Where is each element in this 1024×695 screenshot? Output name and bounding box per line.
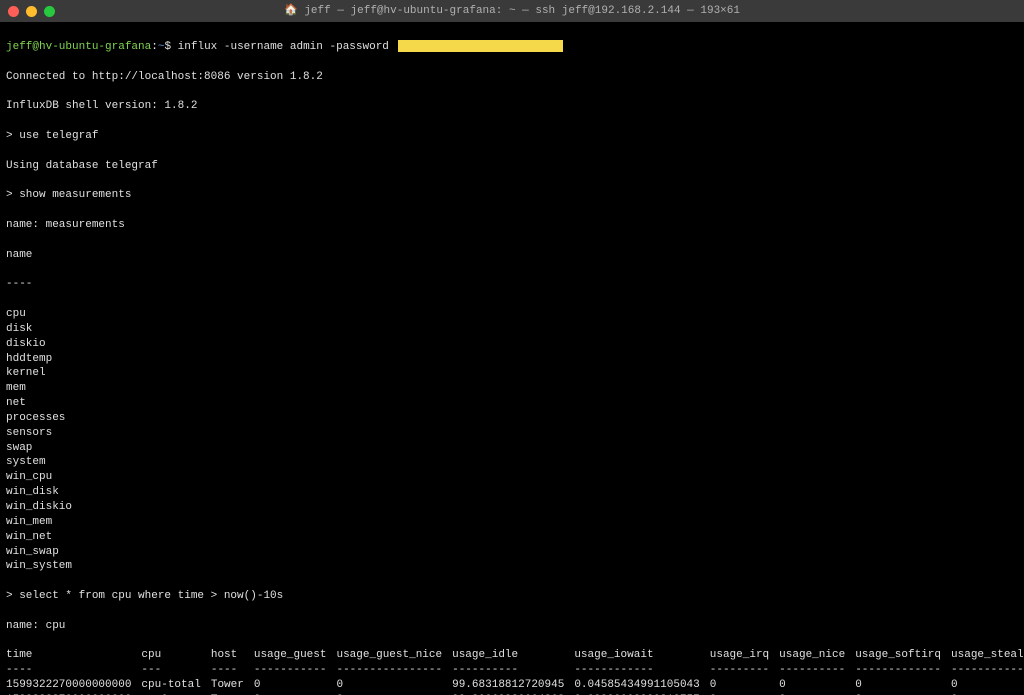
table-column-header: usage_guest_nice bbox=[336, 648, 452, 663]
name-dashes: ---- bbox=[6, 277, 1018, 292]
table-dash-cell: ----------- bbox=[951, 663, 1024, 678]
table-dash-cell: ---------- bbox=[779, 663, 855, 678]
table-cell: 0 bbox=[254, 678, 337, 693]
table-cell: cpu-total bbox=[141, 678, 210, 693]
cpu-table: timecpuhostusage_guestusage_guest_niceus… bbox=[6, 648, 1024, 695]
window-title-text: jeff — jeff@hv-ubuntu-grafana: ~ — ssh j… bbox=[304, 5, 740, 17]
table-cell: Tower bbox=[211, 678, 254, 693]
measurement-item: kernel bbox=[6, 366, 1018, 381]
prompt-sep: : bbox=[151, 41, 158, 53]
table-cell: 0.04585434991105043 bbox=[574, 678, 709, 693]
table-dash-cell: --------- bbox=[710, 663, 779, 678]
table-column-header: usage_irq bbox=[710, 648, 779, 663]
table-column-header: time bbox=[6, 648, 141, 663]
measurement-item: processes bbox=[6, 411, 1018, 426]
measurement-item: win_system bbox=[6, 559, 1018, 574]
window-title: 🏠 jeff — jeff@hv-ubuntu-grafana: ~ — ssh… bbox=[0, 4, 1024, 19]
table-column-header: usage_steal bbox=[951, 648, 1024, 663]
measurement-item: swap bbox=[6, 441, 1018, 456]
table-dash-cell: ---------------- bbox=[336, 663, 452, 678]
measurement-item: win_disk bbox=[6, 485, 1018, 500]
table-column-header: usage_guest bbox=[254, 648, 337, 663]
table-cell: 0 bbox=[951, 678, 1024, 693]
redacted-password bbox=[398, 40, 563, 52]
prompt-line: jeff@hv-ubuntu-grafana:~$ influx -userna… bbox=[6, 40, 1018, 55]
close-icon[interactable] bbox=[8, 6, 19, 17]
table-dash-cell: ---- bbox=[211, 663, 254, 678]
name-label: name bbox=[6, 248, 1018, 263]
measurement-item: cpu bbox=[6, 307, 1018, 322]
use-resp-line: Using database telegraf bbox=[6, 159, 1018, 174]
table-cell: 1599322270000000000 bbox=[6, 678, 141, 693]
select-cmd-line: > select * from cpu where time > now()-1… bbox=[6, 589, 1018, 604]
table-dash-cell: ----------- bbox=[254, 663, 337, 678]
connect-line: Connected to http://localhost:8086 versi… bbox=[6, 70, 1018, 85]
terminal-viewport[interactable]: jeff@hv-ubuntu-grafana:~$ influx -userna… bbox=[0, 22, 1024, 695]
table-dash-row: ----------------------------------------… bbox=[6, 663, 1024, 678]
measurement-item: win_cpu bbox=[6, 470, 1018, 485]
table-row: 1599322270000000000cpu-totalTower0099.68… bbox=[6, 678, 1024, 693]
maximize-icon[interactable] bbox=[44, 6, 55, 17]
measurement-item: disk bbox=[6, 322, 1018, 337]
minimize-icon[interactable] bbox=[26, 6, 37, 17]
window-titlebar: 🏠 jeff — jeff@hv-ubuntu-grafana: ~ — ssh… bbox=[0, 0, 1024, 22]
measurements-header: name: measurements bbox=[6, 218, 1018, 233]
table-cell: 0 bbox=[710, 678, 779, 693]
use-cmd-line: > use telegraf bbox=[6, 129, 1018, 144]
table-column-header: cpu bbox=[141, 648, 210, 663]
table-column-header: usage_nice bbox=[779, 648, 855, 663]
measurement-item: diskio bbox=[6, 337, 1018, 352]
prompt-user-host: jeff@hv-ubuntu-grafana bbox=[6, 41, 151, 53]
prompt-command: influx -username admin -password bbox=[171, 41, 389, 53]
table-dash-cell: ------------- bbox=[855, 663, 951, 678]
table-column-header: usage_iowait bbox=[574, 648, 709, 663]
table-header-row: timecpuhostusage_guestusage_guest_niceus… bbox=[6, 648, 1024, 663]
measurement-item: sensors bbox=[6, 426, 1018, 441]
table-column-header: host bbox=[211, 648, 254, 663]
select-header: name: cpu bbox=[6, 619, 1018, 634]
measurements-list: cpudiskdiskiohddtempkernelmemnetprocesse… bbox=[6, 307, 1018, 574]
home-icon: 🏠 bbox=[284, 4, 298, 19]
measurement-item: net bbox=[6, 396, 1018, 411]
table-cell: 0 bbox=[855, 678, 951, 693]
measurement-item: mem bbox=[6, 381, 1018, 396]
table-dash-cell: ------------ bbox=[574, 663, 709, 678]
measurement-item: system bbox=[6, 455, 1018, 470]
measurement-item: hddtemp bbox=[6, 352, 1018, 367]
measurement-item: win_diskio bbox=[6, 500, 1018, 515]
show-cmd-line: > show measurements bbox=[6, 188, 1018, 203]
table-body: 1599322270000000000cpu-totalTower0099.68… bbox=[6, 678, 1024, 695]
table-cell: 0 bbox=[336, 678, 452, 693]
table-column-header: usage_softirq bbox=[855, 648, 951, 663]
table-dash-cell: ---------- bbox=[452, 663, 574, 678]
measurement-item: win_mem bbox=[6, 515, 1018, 530]
table-dash-cell: --- bbox=[141, 663, 210, 678]
traffic-lights bbox=[8, 6, 55, 17]
shell-version-line: InfluxDB shell version: 1.8.2 bbox=[6, 99, 1018, 114]
measurement-item: win_net bbox=[6, 530, 1018, 545]
table-column-header: usage_idle bbox=[452, 648, 574, 663]
table-cell: 0 bbox=[779, 678, 855, 693]
table-dash-cell: ---- bbox=[6, 663, 141, 678]
measurement-item: win_swap bbox=[6, 545, 1018, 560]
table-cell: 99.68318812720945 bbox=[452, 678, 574, 693]
